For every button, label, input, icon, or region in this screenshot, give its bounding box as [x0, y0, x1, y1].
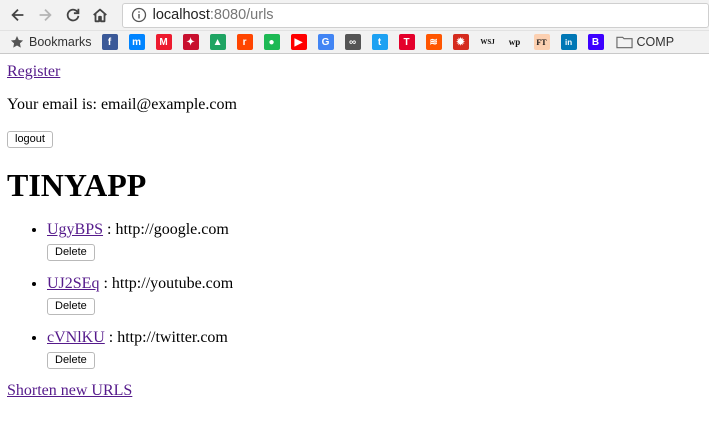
url-list: UgyBPS : http://google.com Delete UJ2SEq…	[7, 220, 702, 369]
bookmark-folder-comp[interactable]: COMP	[615, 35, 675, 49]
messenger-icon[interactable]: m	[128, 34, 145, 50]
list-item: cVNlKU : http://twitter.com Delete	[47, 328, 702, 369]
twitter-icon[interactable]: t	[371, 34, 388, 50]
folder-icon	[615, 36, 633, 49]
maple-leaf-icon[interactable]: ✹	[452, 34, 469, 50]
soundcloud-icon[interactable]: ≋	[425, 34, 442, 50]
email-line: Your email is: email@example.com	[7, 95, 702, 115]
google-icon[interactable]: G	[317, 34, 334, 50]
green-circle-icon[interactable]: ●	[263, 34, 280, 50]
separator: :	[104, 329, 118, 346]
facebook-icon[interactable]: f	[101, 34, 118, 50]
url-host: localhost	[152, 7, 210, 23]
google-drive-icon[interactable]: ▲	[209, 34, 226, 50]
star-icon	[10, 36, 24, 48]
email-value: email@example.com	[100, 96, 237, 113]
bookmarks-bar: Bookmarks f m M ✦ ▲ r ● ▶ G ∞ t T ≋ ✹ WSJ wp FT in B COMP	[0, 31, 709, 54]
list-item: UJ2SEq : http://youtube.com Delete	[47, 274, 702, 315]
register-link[interactable]: Register	[7, 62, 702, 82]
long-url: http://youtube.com	[111, 275, 234, 292]
financial-times-icon[interactable]: FT	[533, 34, 550, 50]
reload-icon	[66, 8, 79, 22]
mcgill-icon[interactable]: M	[155, 34, 172, 50]
short-url-link[interactable]: UJ2SEq	[47, 275, 99, 292]
wsj-icon[interactable]: WSJ	[479, 34, 496, 50]
cardinal-bird-icon[interactable]: ✦	[182, 34, 199, 50]
delete-button[interactable]: Delete	[47, 298, 95, 315]
folder-label: COMP	[636, 35, 675, 49]
list-item: UgyBPS : http://google.com Delete	[47, 220, 702, 261]
forward-button[interactable]	[31, 1, 58, 29]
logout-button[interactable]: logout	[7, 131, 53, 148]
b-icon[interactable]: B	[587, 34, 604, 50]
forward-arrow-icon	[39, 8, 52, 22]
long-url: http://google.com	[115, 221, 229, 238]
delete-button[interactable]: Delete	[47, 352, 95, 369]
logout-form: logout	[7, 129, 702, 148]
reload-button[interactable]	[59, 1, 86, 29]
email-prefix: Your email is:	[7, 96, 101, 113]
link-icon[interactable]: ∞	[344, 34, 361, 50]
washington-post-icon[interactable]: wp	[506, 34, 523, 50]
bookmarks-label: Bookmarks	[29, 35, 92, 49]
delete-button[interactable]: Delete	[47, 244, 95, 261]
t-icon[interactable]: T	[398, 34, 415, 50]
long-url: http://twitter.com	[117, 329, 228, 346]
browser-toolbar: localhost:8080/urls	[0, 0, 709, 31]
back-button[interactable]	[4, 1, 31, 29]
youtube-icon[interactable]: ▶	[290, 34, 307, 50]
home-icon	[93, 8, 107, 23]
reddit-icon[interactable]: r	[236, 34, 253, 50]
separator: :	[103, 221, 116, 238]
back-arrow-icon	[11, 8, 24, 22]
address-bar[interactable]: localhost:8080/urls	[121, 2, 709, 28]
shorten-new-url-link[interactable]: Shorten new URLS	[7, 381, 132, 401]
home-button[interactable]	[86, 1, 113, 29]
separator: :	[99, 275, 112, 292]
linkedin-icon[interactable]: in	[560, 34, 577, 50]
short-url-link[interactable]: cVNlKU	[47, 329, 105, 346]
bookmark-icons: f m M ✦ ▲ r ● ▶ G ∞ t T ≋ ✹ WSJ wp FT in B	[101, 34, 615, 50]
page-title: TINYAPP	[7, 167, 147, 203]
info-icon[interactable]	[131, 7, 147, 23]
short-url-link[interactable]: UgyBPS	[47, 221, 103, 238]
bookmarks-button[interactable]: Bookmarks	[10, 35, 92, 49]
page-content: Register Your email is: email@example.co…	[0, 54, 709, 401]
url-path: :8080/urls	[209, 7, 274, 23]
